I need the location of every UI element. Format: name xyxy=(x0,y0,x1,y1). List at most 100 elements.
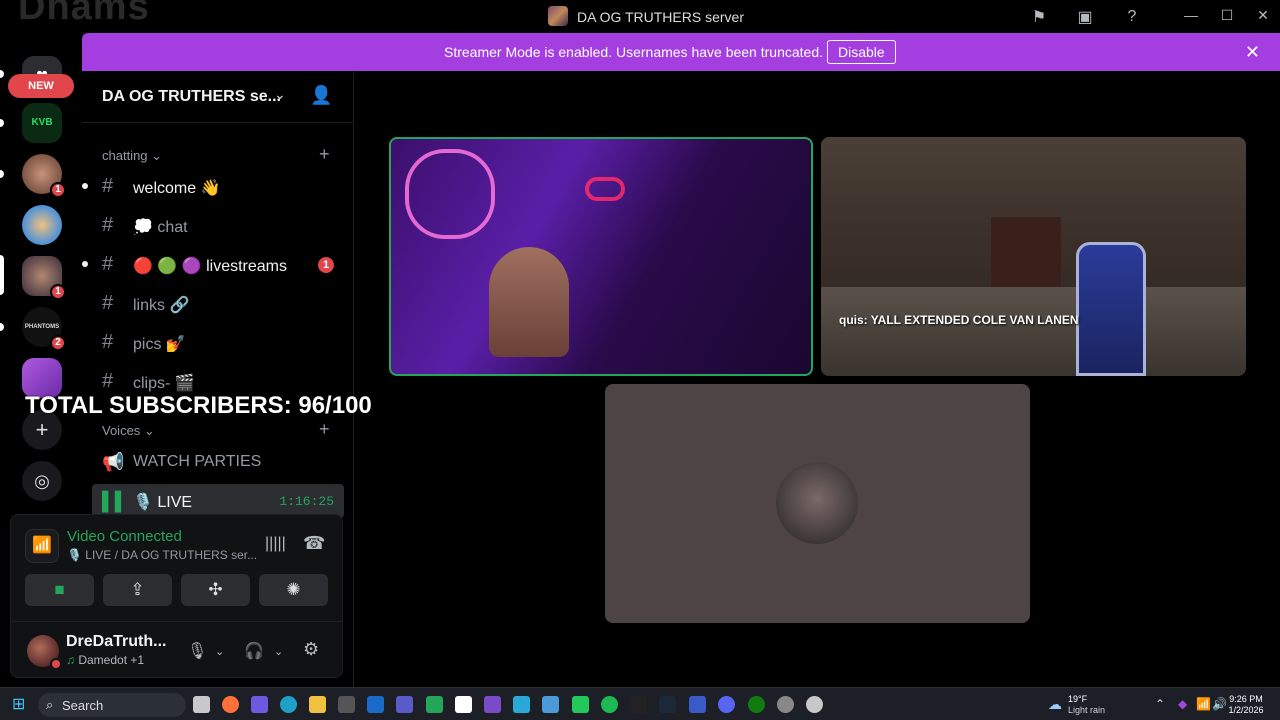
server-unread-pill xyxy=(0,70,4,78)
noise-suppression-icon[interactable]: ||||| xyxy=(265,535,286,553)
channel-pics[interactable]: # pics 💅 xyxy=(92,326,344,360)
wifi-icon[interactable]: 📶 xyxy=(1196,697,1211,711)
channel-chat[interactable]: # 💭 chat xyxy=(92,209,344,243)
server-icon-phantoms[interactable]: PHANTOMS 2 xyxy=(22,307,66,351)
avatar[interactable] xyxy=(27,635,62,670)
copilot-icon[interactable] xyxy=(251,696,268,713)
xbox-icon[interactable] xyxy=(748,696,765,713)
flag-icon[interactable]: ⚑ xyxy=(1028,6,1050,28)
discord-icon[interactable] xyxy=(718,696,735,713)
teams-icon[interactable] xyxy=(396,696,413,713)
channel-label: links 🔗 xyxy=(133,297,190,314)
username[interactable]: DreDaTruth... xyxy=(66,633,166,651)
server-name: DA OG TRUTHERS se... xyxy=(102,88,281,105)
server-icon-4[interactable] xyxy=(22,205,62,245)
help-icon[interactable]: ? xyxy=(1121,6,1143,28)
server-badge: 2 xyxy=(50,335,66,351)
disconnect-icon[interactable]: ☎ xyxy=(303,533,325,554)
gear-icon[interactable]: ⚙ xyxy=(303,639,319,660)
server-selected-pill xyxy=(0,255,4,295)
server-icon-kvb[interactable]: KVB xyxy=(22,103,62,143)
app-icon-purple[interactable] xyxy=(484,696,501,713)
invite-people-icon[interactable]: 👤 xyxy=(310,85,332,106)
file-explorer-icon[interactable] xyxy=(309,696,326,713)
chevron-down-icon[interactable]: ⌄ xyxy=(215,645,224,658)
hash-icon: # xyxy=(102,331,114,353)
chevron-down-icon[interactable]: ⌄ xyxy=(274,645,283,658)
app-icon-green[interactable] xyxy=(426,696,443,713)
channel-welcome[interactable]: # welcome 👋 xyxy=(82,170,344,204)
server-header[interactable]: DA OG TRUTHERS se... ⌄ 👤 xyxy=(82,71,354,123)
discover-icon[interactable]: ◎ xyxy=(22,461,62,501)
chevron-down-icon: ⌄ xyxy=(274,86,286,102)
user-status-text: Damedot +1 xyxy=(78,653,145,667)
channel-links[interactable]: # links 🔗 xyxy=(92,287,344,321)
mention-badge: 1 xyxy=(318,257,334,273)
create-voice-channel-icon[interactable]: + xyxy=(319,419,330,440)
create-channel-icon[interactable]: + xyxy=(319,144,330,165)
user-status: ♫ Damedot +1 xyxy=(66,653,144,667)
server-icon-3[interactable]: 1 xyxy=(22,154,66,198)
volume-icon[interactable]: 🔊 xyxy=(1212,697,1227,711)
clock-time[interactable]: 9:26 PM xyxy=(1226,694,1266,705)
inbox-icon[interactable]: ▣ xyxy=(1074,6,1096,28)
disable-streamer-mode-button[interactable]: Disable xyxy=(827,40,896,64)
task-view-icon[interactable] xyxy=(193,696,210,713)
connection-signal-icon[interactable]: 📶 xyxy=(25,529,59,563)
microphone-icon[interactable]: 🎙 xyxy=(187,641,207,661)
windows-start-icon[interactable]: ⊞ xyxy=(12,696,29,713)
voice-channel-live[interactable]: ▌▌ 🎙️ LIVE 1:16:25 xyxy=(92,484,344,518)
channel-livestreams[interactable]: # 🔴 🟢 🟣 livestreams 1 xyxy=(82,248,344,282)
spotify-icon[interactable] xyxy=(601,696,618,713)
photos-icon[interactable] xyxy=(542,696,559,713)
close-icon[interactable]: ✕ xyxy=(1245,42,1260,63)
outlook-icon[interactable] xyxy=(367,696,384,713)
firefox-icon[interactable] xyxy=(222,696,239,713)
taskbar-search[interactable]: ⌕ Search xyxy=(38,693,186,717)
subscriber-counter-overlay: TOTAL SUBSCRIBERS: 96/100 xyxy=(25,392,372,419)
clock-date[interactable]: 1/2/2026 xyxy=(1226,705,1266,716)
category-label: chatting xyxy=(102,148,148,163)
capcut-icon[interactable] xyxy=(572,696,589,713)
hash-icon: # xyxy=(102,253,114,275)
discord-window: Dhams DA OG TRUTHERS server ⚑ ▣ ? — ☐ ✕ … xyxy=(0,0,1280,720)
close-window-button[interactable]: ✕ xyxy=(1253,7,1273,25)
music-note-icon: ♫ xyxy=(66,653,75,667)
video-tile-no-camera[interactable] xyxy=(605,384,1030,623)
minimize-button[interactable]: — xyxy=(1181,7,1201,25)
voice-status[interactable]: Video Connected xyxy=(67,528,182,545)
category-chatting[interactable]: chatting ⌄ xyxy=(102,148,162,164)
soundboard-button[interactable]: ✺ xyxy=(259,574,328,606)
stream-caption: quis: YALL EXTENDED COLE VAN LANEN xyxy=(839,313,1079,327)
channel-label: welcome 👋 xyxy=(133,180,221,197)
activities-button[interactable]: ✣ xyxy=(181,574,250,606)
camera-button[interactable]: ■ xyxy=(25,574,94,606)
app-icon-blue[interactable] xyxy=(513,696,530,713)
video-scene-bed xyxy=(821,287,1246,376)
server-badge: 1 xyxy=(50,182,66,198)
app-icon-monitor[interactable] xyxy=(689,696,706,713)
voice-location[interactable]: 🎙️ LIVE / DA OG TRUTHERS ser... xyxy=(67,548,257,562)
epic-games-icon[interactable] xyxy=(630,696,647,713)
video-tile-speaking[interactable] xyxy=(389,137,813,376)
screen-share-button[interactable]: ⇪ xyxy=(103,574,172,606)
tray-app-icon[interactable]: ◆ xyxy=(1178,697,1187,711)
channel-label: pics 💅 xyxy=(133,336,186,353)
new-badge: NEW xyxy=(8,74,74,98)
channel-label: 💭 chat xyxy=(133,219,188,236)
steam-icon[interactable] xyxy=(659,696,676,713)
unread-dot xyxy=(82,261,88,267)
app-icon-grey[interactable] xyxy=(806,696,823,713)
video-tile-stream[interactable]: quis: YALL EXTENDED COLE VAN LANEN xyxy=(821,137,1246,376)
chevron-up-icon[interactable]: ⌃ xyxy=(1155,697,1165,711)
category-voices[interactable]: Voices ⌄ xyxy=(102,423,155,439)
voice-channel-watch-parties[interactable]: 📢 WATCH PARTIES xyxy=(92,445,344,479)
server-icon-5[interactable]: 1 xyxy=(22,256,66,300)
maximize-button[interactable]: ☐ xyxy=(1217,7,1237,25)
headphones-icon[interactable]: 🎧 xyxy=(244,641,264,661)
app-icon-white[interactable] xyxy=(455,696,472,713)
title-bar: Dhams DA OG TRUTHERS server ⚑ ▣ ? — ☐ ✕ xyxy=(0,0,1280,33)
store-icon[interactable] xyxy=(338,696,355,713)
edge-icon[interactable] xyxy=(280,696,297,713)
settings-icon[interactable] xyxy=(777,696,794,713)
